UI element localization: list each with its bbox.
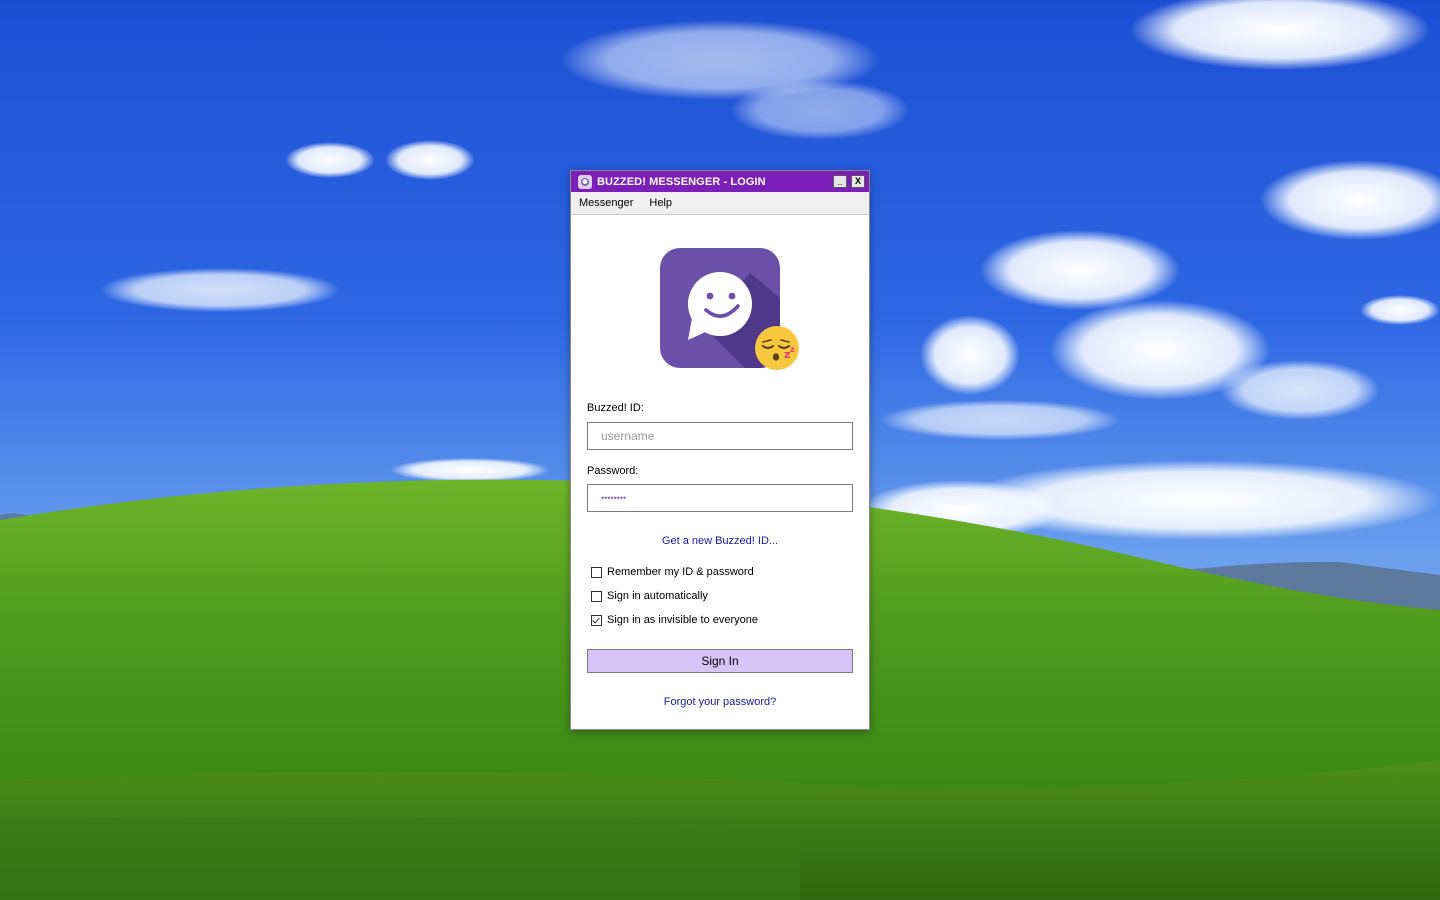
auto-signin-label: Sign in automatically bbox=[607, 590, 708, 602]
svg-text:z: z bbox=[790, 345, 795, 354]
invisible-option[interactable]: Sign in as invisible to everyone bbox=[591, 614, 758, 626]
invisible-checkbox[interactable] bbox=[591, 614, 602, 626]
remember-option[interactable]: Remember my ID & password bbox=[591, 566, 754, 578]
login-form: z z Buzzed! ID: Password: Get a new Buzz… bbox=[571, 215, 869, 729]
forgot-password-link[interactable]: Forgot your password? bbox=[571, 696, 869, 708]
invisible-label: Sign in as invisible to everyone bbox=[607, 614, 759, 626]
auto-signin-checkbox[interactable] bbox=[591, 590, 602, 602]
new-id-link[interactable]: Get a new Buzzed! ID... bbox=[571, 535, 869, 547]
sleeping-face-icon: z z bbox=[754, 325, 800, 371]
menu-bar: Messenger Help bbox=[571, 192, 869, 215]
remember-checkbox[interactable] bbox=[591, 566, 602, 578]
buzzed-id-label: Buzzed! ID: bbox=[587, 402, 644, 414]
close-button[interactable]: X bbox=[851, 175, 865, 188]
minimize-button[interactable]: _ bbox=[833, 175, 847, 188]
window-title: BUZZED! MESSENGER - LOGIN bbox=[597, 175, 766, 188]
remember-label: Remember my ID & password bbox=[607, 566, 754, 578]
menu-help[interactable]: Help bbox=[641, 197, 680, 209]
password-label: Password: bbox=[587, 465, 639, 477]
username-input[interactable] bbox=[587, 422, 853, 450]
login-window: BUZZED! MESSENGER - LOGIN _ X Messenger … bbox=[570, 170, 870, 730]
menu-messenger[interactable]: Messenger bbox=[571, 197, 641, 209]
auto-signin-option[interactable]: Sign in automatically bbox=[591, 590, 708, 602]
sign-in-button[interactable]: Sign In bbox=[587, 649, 853, 673]
app-title-icon bbox=[578, 174, 592, 189]
password-input[interactable] bbox=[587, 484, 853, 512]
title-bar[interactable]: BUZZED! MESSENGER - LOGIN _ X bbox=[571, 171, 869, 192]
